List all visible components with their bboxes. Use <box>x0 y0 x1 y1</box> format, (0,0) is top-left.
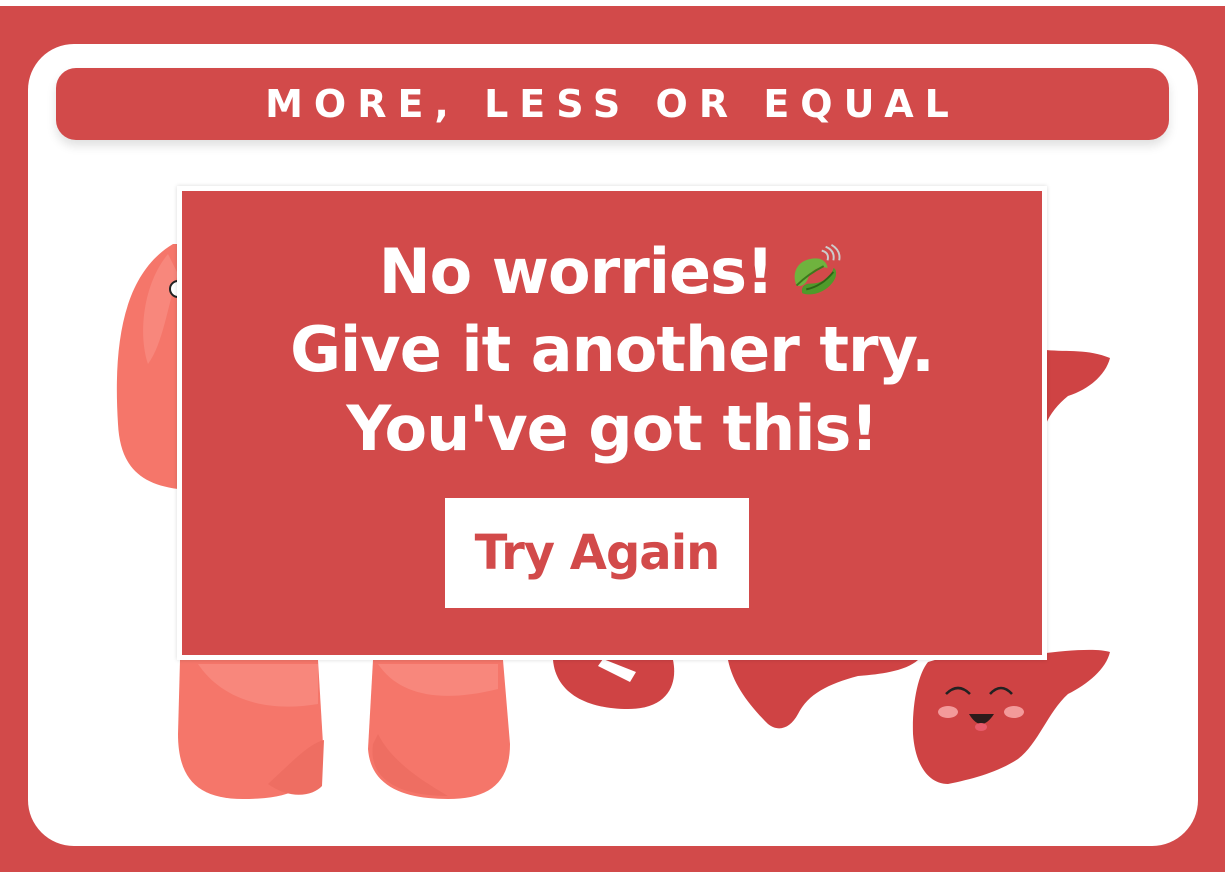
liver-organ-bottom-right[interactable] <box>912 649 1110 784</box>
modal-line-3: You've got this! <box>346 392 878 465</box>
stomach-organ[interactable] <box>553 659 675 709</box>
try-again-button[interactable]: Try Again <box>445 498 749 608</box>
lung-organ-bottom-2[interactable] <box>368 660 510 799</box>
lung-organ-left[interactable] <box>116 244 187 489</box>
modal-line-1: No worries! <box>182 233 1042 311</box>
liver-organ-top-right[interactable] <box>1046 350 1110 424</box>
game-frame: MORE, LESS OR EQUAL No worries! Give it … <box>0 6 1225 872</box>
leaf-fluttering-in-wind-icon <box>794 243 841 295</box>
game-title: MORE, LESS OR EQUAL <box>265 82 960 126</box>
modal-line-1-text: No worries! <box>378 235 775 308</box>
game-title-bar: MORE, LESS OR EQUAL <box>56 68 1169 140</box>
modal-line-2: Give it another try. <box>290 313 935 386</box>
feedback-modal: No worries! Give it another try. You've … <box>177 186 1047 660</box>
lung-organ-bottom-1[interactable] <box>178 660 324 799</box>
liver-organ-bottom-center[interactable] <box>728 660 918 729</box>
